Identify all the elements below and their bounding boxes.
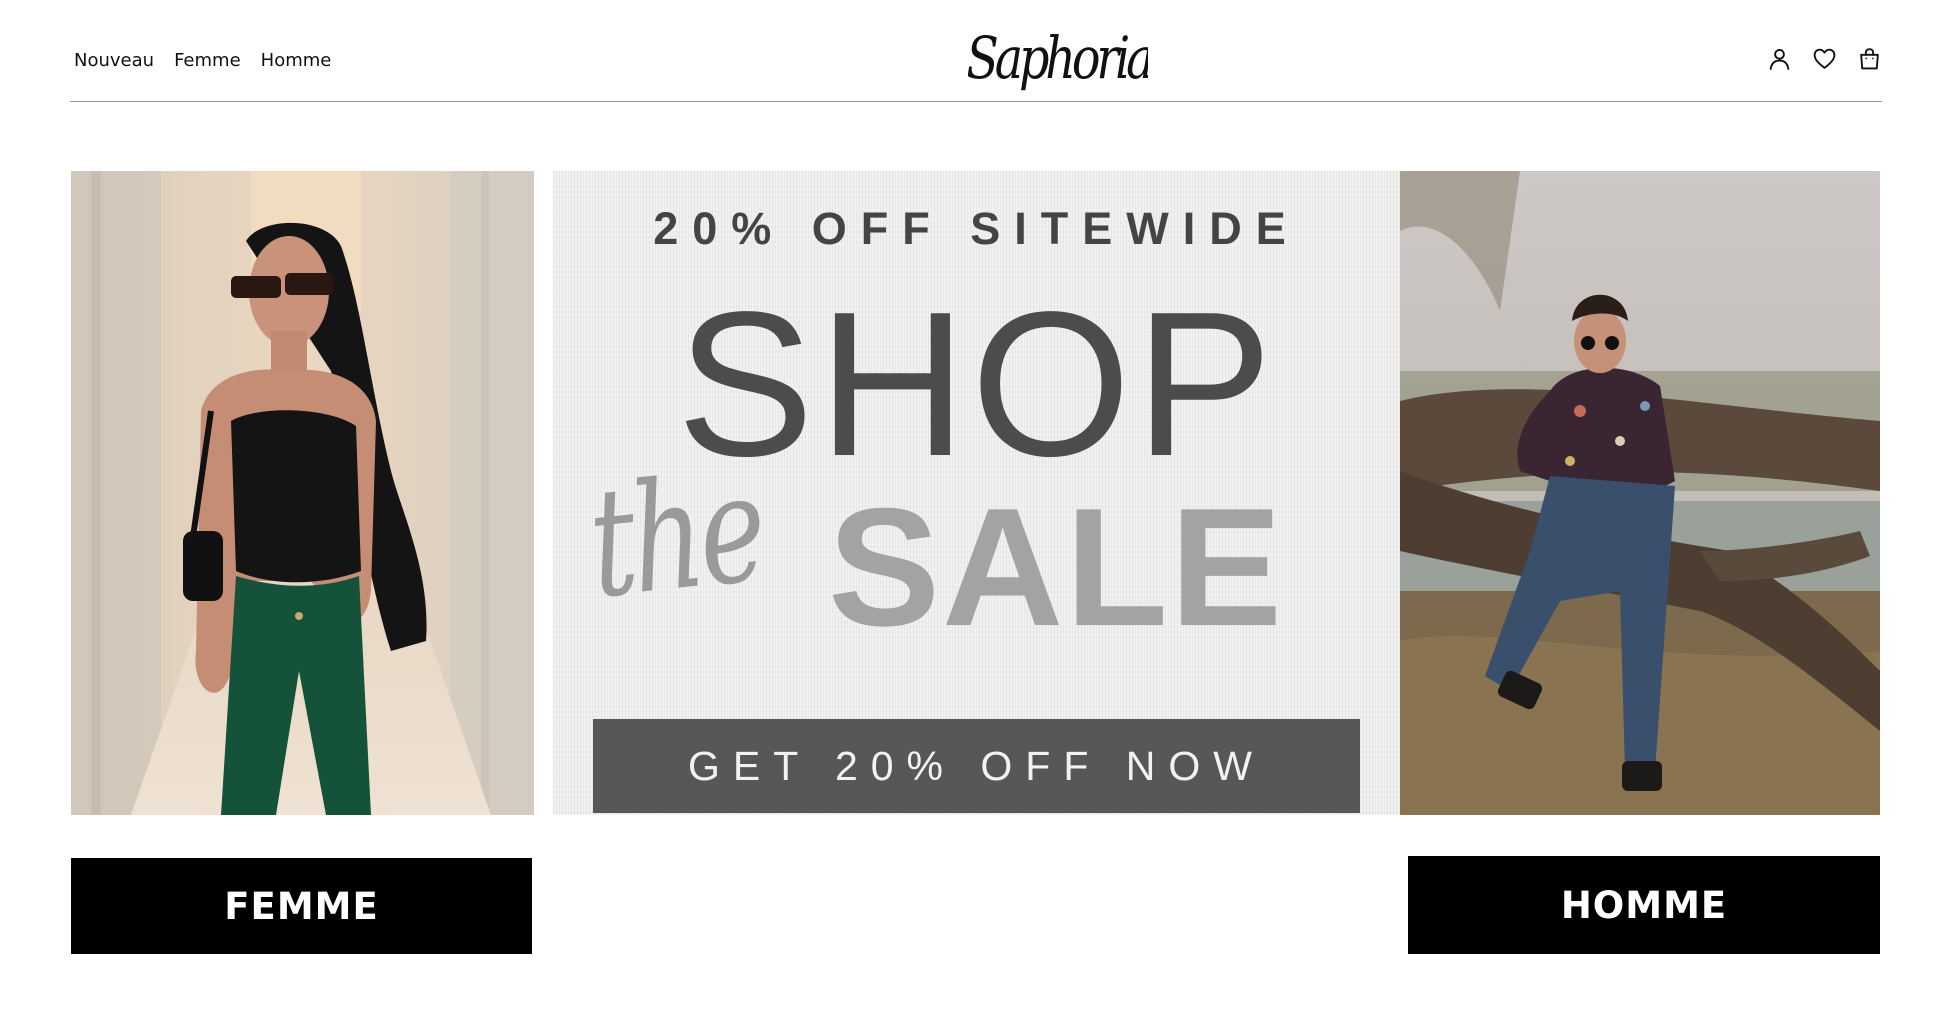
- cart-button[interactable]: [1857, 46, 1882, 71]
- homme-category-button[interactable]: HOMME: [1408, 856, 1880, 954]
- heart-icon: [1813, 48, 1836, 69]
- header-actions: [1767, 46, 1882, 71]
- banner-top-line: 20% OFF SITEWIDE: [653, 203, 1300, 254]
- banner-headline-sale: SALE: [828, 473, 1285, 661]
- man-sitting-on-tree-trunk-photo[interactable]: [1400, 171, 1880, 815]
- nav-item-nouveau[interactable]: Nouveau: [74, 50, 154, 71]
- nav-item-homme[interactable]: Homme: [261, 50, 332, 71]
- bag-icon: [1860, 48, 1879, 70]
- site-header: Nouveau Femme Homme Saphoria: [70, 0, 1882, 102]
- woman-photo-illustration: [71, 171, 534, 815]
- logo-wordmark: Saphoria: [968, 24, 1148, 92]
- woman-in-sunglasses-photo[interactable]: [71, 171, 534, 815]
- sale-banner[interactable]: 20% OFF SITEWIDE SHOP the SALE GET 20% O…: [553, 171, 1400, 815]
- account-icon: [1769, 49, 1790, 70]
- banner-headline-the: the: [581, 441, 770, 633]
- femme-category-button[interactable]: FEMME: [71, 858, 532, 954]
- nav-item-femme[interactable]: Femme: [174, 50, 241, 71]
- banner-cta-button[interactable]: GET 20% OFF NOW: [593, 719, 1360, 813]
- site-logo[interactable]: Saphoria: [968, 20, 1148, 96]
- wishlist-button[interactable]: [1812, 46, 1837, 71]
- man-photo-illustration: [1400, 171, 1880, 815]
- account-button[interactable]: [1767, 46, 1792, 71]
- main-nav: Nouveau Femme Homme: [74, 50, 331, 71]
